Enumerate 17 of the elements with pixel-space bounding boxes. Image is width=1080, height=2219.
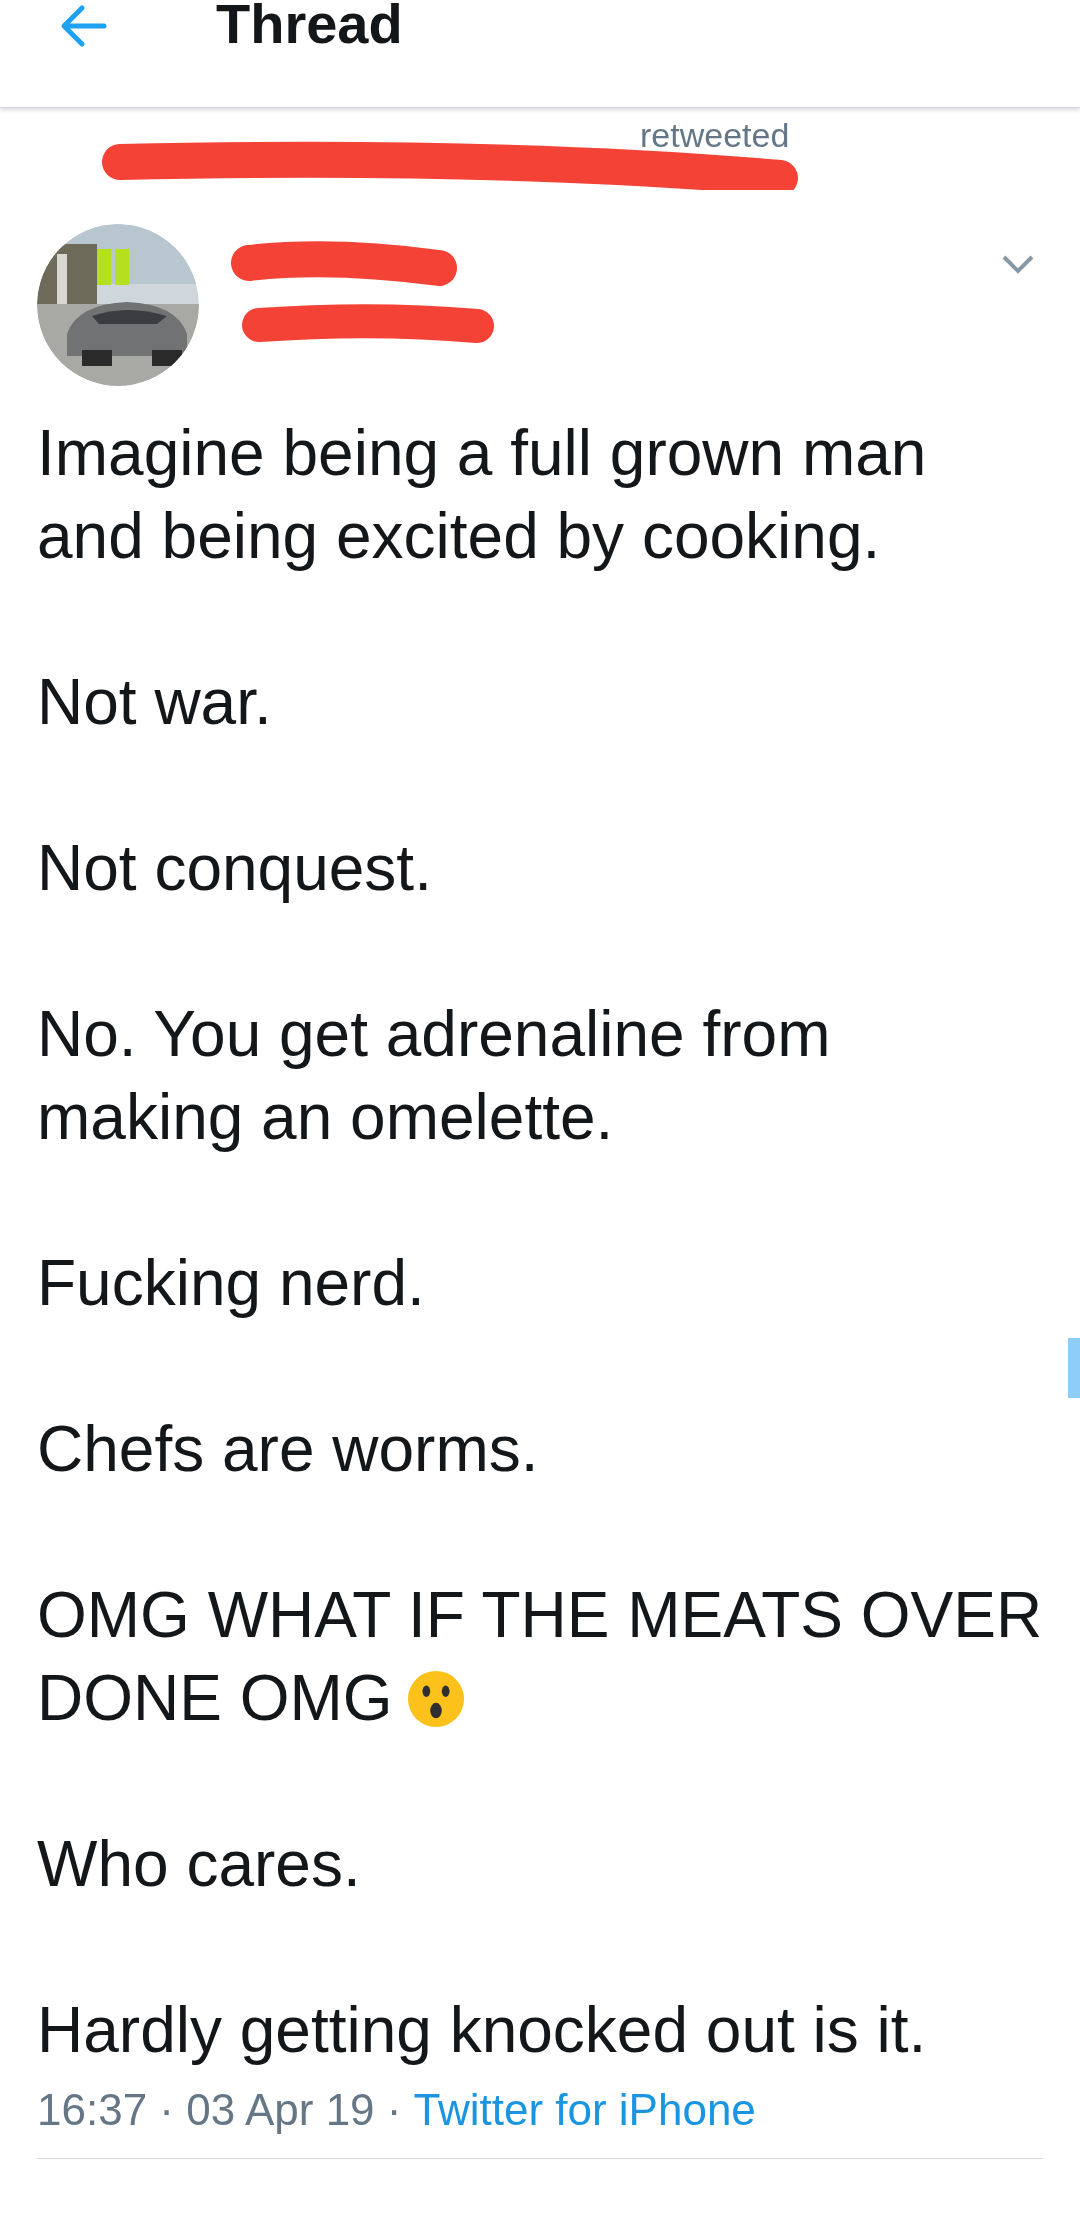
tweet-text: Not conquest. bbox=[37, 832, 432, 904]
tweet-text: Not war. bbox=[37, 666, 272, 738]
page-title: Thread bbox=[216, 0, 403, 56]
tweet-text: Imagine being a full grown man and being excited by cooking. bbox=[37, 417, 927, 572]
retweet-label: retweeted bbox=[640, 116, 790, 154]
tweet-text: Fucking nerd. bbox=[37, 1247, 425, 1319]
timestamp: 16:37 · 03 Apr 19 · bbox=[37, 2084, 402, 2136]
back-arrow-icon[interactable] bbox=[60, 4, 108, 48]
tweet-text: Who cares. bbox=[37, 1828, 361, 1900]
tweet-text: DONE OMG bbox=[37, 1662, 393, 1734]
scrollbar-thumb[interactable] bbox=[1068, 1338, 1080, 1398]
source-link[interactable]: Twitter for iPhone bbox=[413, 2084, 756, 2136]
tweet-text: No. You get adrenaline from making an omelette. bbox=[37, 998, 831, 1153]
tweet-text: OMG WHAT IF THE MEATS OVER bbox=[37, 1579, 1043, 1651]
tweet-text: Chefs are worms. bbox=[37, 1413, 539, 1485]
chevron-down-icon[interactable] bbox=[1001, 254, 1035, 274]
tweet-text: Hardly getting knocked out is it. bbox=[37, 1994, 927, 2066]
